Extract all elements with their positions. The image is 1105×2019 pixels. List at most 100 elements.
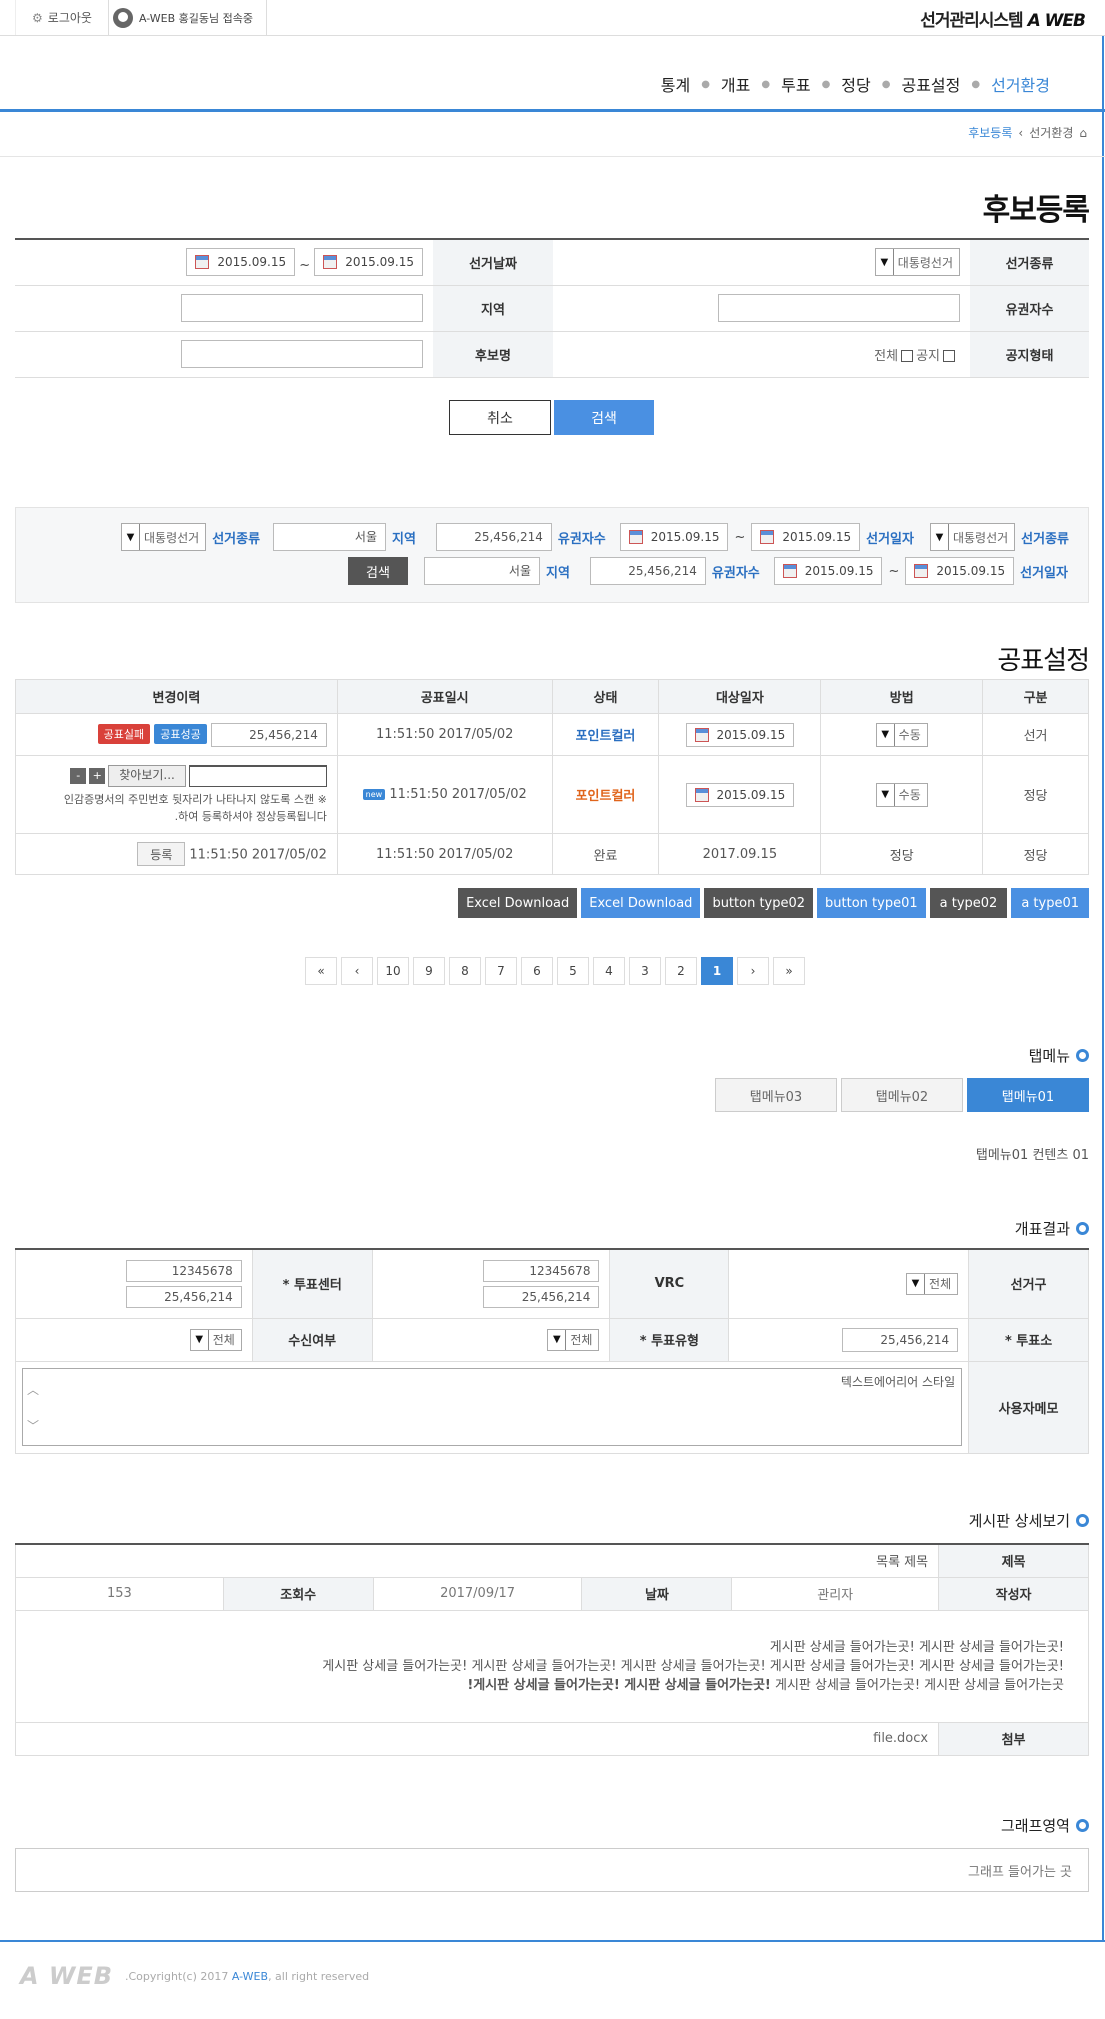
date-label-3: 선거일자	[1020, 565, 1068, 581]
page-number[interactable]: 2	[665, 957, 697, 985]
region-input[interactable]	[181, 294, 423, 322]
home-icon[interactable]: ⌂	[1079, 126, 1087, 140]
page-first[interactable]: «	[305, 957, 337, 985]
logout-button[interactable]: ⚙ 로그아웃	[15, 0, 109, 35]
page-number[interactable]: 5	[557, 957, 589, 985]
scroll-down-icon[interactable]: ﹀	[27, 1417, 39, 1434]
breadcrumb-parent[interactable]: 선거환경	[1029, 124, 1073, 141]
breadcrumb: 후보등록 ‹ 선거환경 ⌂	[968, 124, 1087, 141]
region-cell	[15, 285, 433, 332]
page-number[interactable]: 6	[521, 957, 553, 985]
note-line-1: 인감증명서의 주민번호 뒷자리가 나타나지 않도록 스캔 ※	[63, 792, 327, 806]
circle-icon	[1076, 1514, 1089, 1527]
date-to-input-2[interactable]: 2015.09.15	[751, 523, 861, 551]
excel-download-dark-button[interactable]: Excel Download	[458, 888, 578, 918]
button-type02[interactable]: button type02	[704, 888, 814, 918]
file-input[interactable]	[188, 764, 327, 787]
circle-icon	[1076, 1049, 1089, 1062]
page-number[interactable]: 9	[413, 957, 445, 985]
recv-cell: ▼ 전체	[15, 1317, 253, 1362]
center-value-1[interactable]: 12345678	[125, 1259, 242, 1282]
center-value-2[interactable]: 25,456,214	[125, 1285, 242, 1308]
tab-menu02[interactable]: 탭메뉴02	[841, 1078, 963, 1112]
a-type01-link[interactable]: a type01	[1011, 888, 1089, 918]
voters-input[interactable]	[718, 294, 960, 322]
value-input[interactable]: 25,456,214	[210, 722, 327, 747]
receive-select[interactable]: ▼ 전체	[189, 1328, 242, 1351]
attachment-file[interactable]: file.docx	[14, 1721, 940, 1756]
nav-separator: ●	[701, 78, 710, 90]
voters-input-3[interactable]: 25,456,214	[589, 557, 706, 585]
vrc-value-1[interactable]: 12345678	[483, 1259, 600, 1282]
page-number[interactable]: 4	[593, 957, 625, 985]
nav-stats[interactable]: 통계	[661, 72, 690, 96]
notice-all-checkbox[interactable]	[901, 350, 914, 362]
voters-cell	[553, 285, 970, 332]
method-select[interactable]: ▼ 수동	[875, 722, 928, 747]
nav-count[interactable]: 개표	[721, 72, 750, 96]
election-type-select-3[interactable]: ▼ 대통령선거	[929, 523, 1016, 551]
district-select[interactable]: ▼ 전체	[906, 1272, 959, 1295]
nav-publish[interactable]: 공표설정	[901, 72, 960, 96]
voters-input-2[interactable]: 25,456,214	[435, 523, 552, 551]
date-to-input[interactable]: 2015.09.15	[314, 248, 423, 277]
a-type02-link[interactable]: a type02	[929, 888, 1008, 918]
column-header: 방법	[820, 679, 984, 714]
station-input[interactable]: 25,456,214	[842, 1327, 959, 1352]
page-prev[interactable]: ‹	[341, 957, 373, 985]
page-next[interactable]: ›	[737, 957, 769, 985]
button-type01[interactable]: button type01	[817, 888, 926, 918]
history-cell: 등록 11:51:50 2017/05/02	[15, 833, 338, 875]
nav-vote[interactable]: 투표	[781, 72, 810, 96]
page-number[interactable]: 8	[449, 957, 481, 985]
region-input-2[interactable]: 서울	[273, 523, 386, 551]
memo-textarea[interactable]: 텍스트에어리어 스타일 ︿ ﹀	[22, 1368, 963, 1446]
author-label: 작성자	[938, 1576, 1089, 1611]
page-number[interactable]: 3	[629, 957, 661, 985]
board-author: 관리자	[731, 1576, 940, 1611]
excel-download-blue-button[interactable]: Excel Download	[581, 888, 701, 918]
notice-checkbox[interactable]	[943, 350, 955, 362]
graph-area: 그래프 들어가는 곳	[15, 1848, 1089, 1892]
target-date-input[interactable]: 2015.09.15	[685, 782, 795, 807]
date-from-input-3[interactable]: 2015.09.15	[773, 557, 883, 585]
candidate-name-input[interactable]	[181, 340, 423, 368]
nav-election-env[interactable]: 선거환경	[991, 72, 1050, 96]
tabmenu-title: 탭메뉴	[1029, 1045, 1089, 1066]
minus-button[interactable]: -	[70, 767, 87, 784]
browse-button[interactable]: 찾아보기...	[108, 764, 186, 787]
region-input-3[interactable]: 서울	[424, 557, 540, 585]
vote-type-select[interactable]: ▼ 전체	[547, 1328, 600, 1351]
page-number[interactable]: 10	[377, 957, 409, 985]
tab-menu01[interactable]: 탭메뉴01	[967, 1078, 1089, 1112]
date-from-input[interactable]: 2015.09.15	[186, 248, 296, 277]
page-number[interactable]: 7	[485, 957, 517, 985]
system-logo[interactable]: 선거관리시스템 A WEB	[920, 6, 1086, 31]
page-number-current[interactable]: 1	[701, 957, 733, 985]
search-button-2[interactable]: 검색	[348, 557, 408, 585]
date-label: 선거날짜	[433, 239, 553, 286]
tab-menu03[interactable]: 탭메뉴03	[715, 1078, 837, 1112]
election-type-select[interactable]: ▼ 대통령선거	[874, 248, 960, 277]
target-date-input[interactable]: 2015.09.15	[685, 722, 795, 747]
cancel-button[interactable]: 취소	[449, 400, 551, 435]
vrc-value-2[interactable]: 25,456,214	[483, 1285, 600, 1308]
nav-party[interactable]: 정당	[841, 72, 870, 96]
plus-button[interactable]: +	[89, 767, 106, 784]
date-from-input-2[interactable]: 2015.09.15	[619, 523, 729, 551]
register-button[interactable]: 등록	[137, 842, 186, 866]
chevron-down-icon: ▼	[931, 524, 949, 550]
kind-text: 정당	[982, 755, 1089, 834]
copyright: .Copyright(c) 2017 A-WEB, all right rese…	[125, 1970, 370, 1983]
date-to-input-3[interactable]: 2015.09.15	[905, 557, 1015, 585]
page-last[interactable]: »	[773, 957, 805, 985]
chevron-down-icon: ▼	[548, 1329, 567, 1350]
breadcrumb-current[interactable]: 후보등록	[968, 124, 1012, 141]
history-cell: - + 찾아보기... 인감증명서의 주민번호 뒷자리가 나타나지 않도록 스캔…	[15, 755, 338, 834]
scroll-up-icon[interactable]: ︿	[27, 1381, 39, 1398]
method-text: 정당	[820, 833, 984, 875]
method-select[interactable]: ▼ 수동	[875, 782, 928, 807]
name-label: 후보명	[433, 331, 553, 378]
election-type-select-2[interactable]: ▼ 대통령선거	[121, 523, 207, 551]
search-button[interactable]: 검색	[554, 400, 654, 435]
